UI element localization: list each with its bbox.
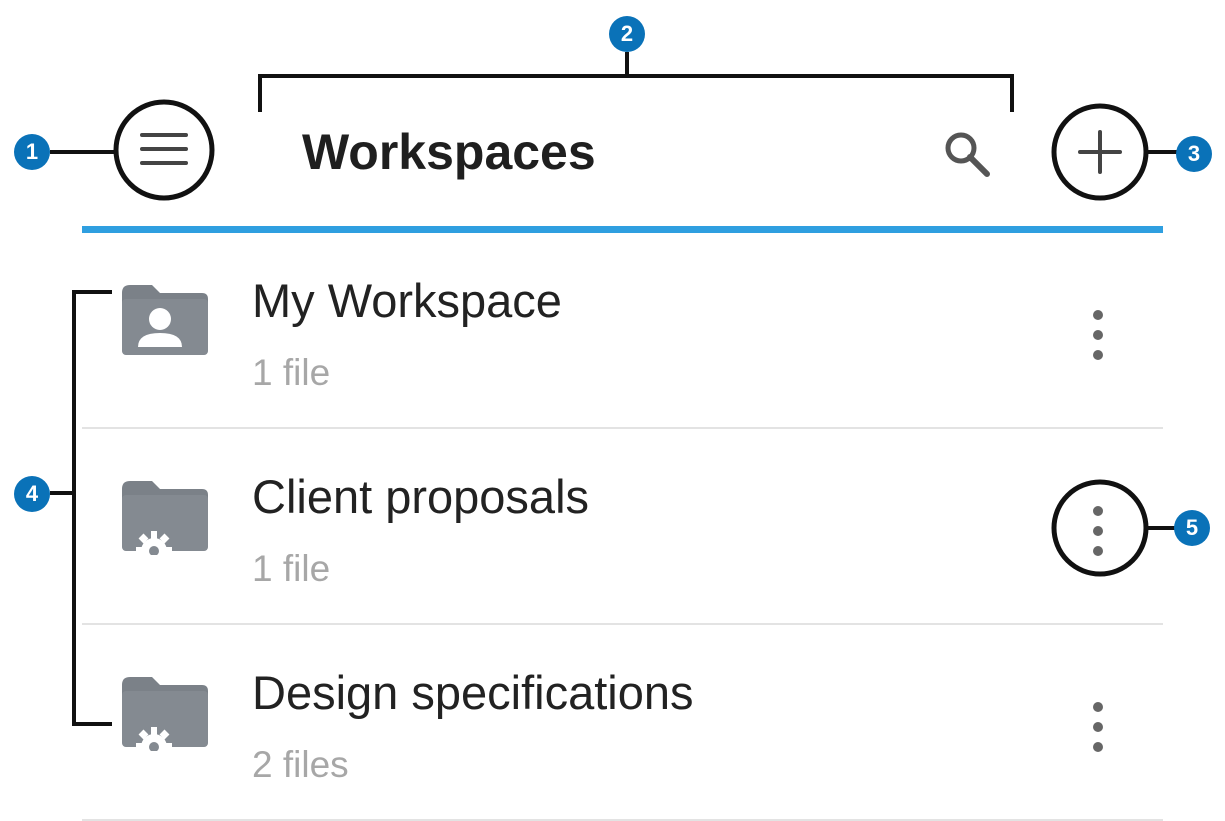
more-options-icon[interactable] [1078, 481, 1118, 581]
more-options-icon[interactable] [1078, 677, 1118, 777]
workspace-file-count: 1 file [252, 548, 331, 589]
search-button[interactable] [936, 124, 996, 180]
callout-badge-2: 2 [609, 16, 645, 52]
add-workspace-button[interactable] [1070, 122, 1130, 182]
more-options-icon[interactable] [1078, 285, 1118, 385]
callout-badge-3: 3 [1176, 136, 1212, 172]
menu-button[interactable] [134, 122, 194, 178]
workspace-name: My Workspace [252, 274, 562, 327]
page-title: Workspaces [302, 124, 596, 180]
callout-badge-5: 5 [1174, 510, 1210, 546]
workspace-name: Design specifications [252, 666, 694, 719]
workspace-file-count: 1 file [252, 352, 331, 393]
shared-folder-icon [122, 481, 208, 555]
personal-folder-icon [122, 285, 208, 355]
list-item[interactable]: My Workspace 1 file [82, 233, 1163, 429]
search-icon [945, 132, 990, 177]
header-divider [82, 226, 1163, 233]
plus-icon [1078, 130, 1122, 174]
callout-badge-4: 4 [14, 476, 50, 512]
list-item[interactable]: Design specifications 2 files [82, 625, 1163, 821]
workspace-name: Client proposals [252, 470, 590, 523]
workspace-file-count: 2 files [252, 744, 349, 785]
callout-badge-1: 1 [14, 134, 50, 170]
shared-folder-icon [122, 677, 208, 751]
list-item[interactable]: Client proposals 1 file [82, 429, 1163, 625]
hamburger-menu-icon [140, 133, 188, 165]
